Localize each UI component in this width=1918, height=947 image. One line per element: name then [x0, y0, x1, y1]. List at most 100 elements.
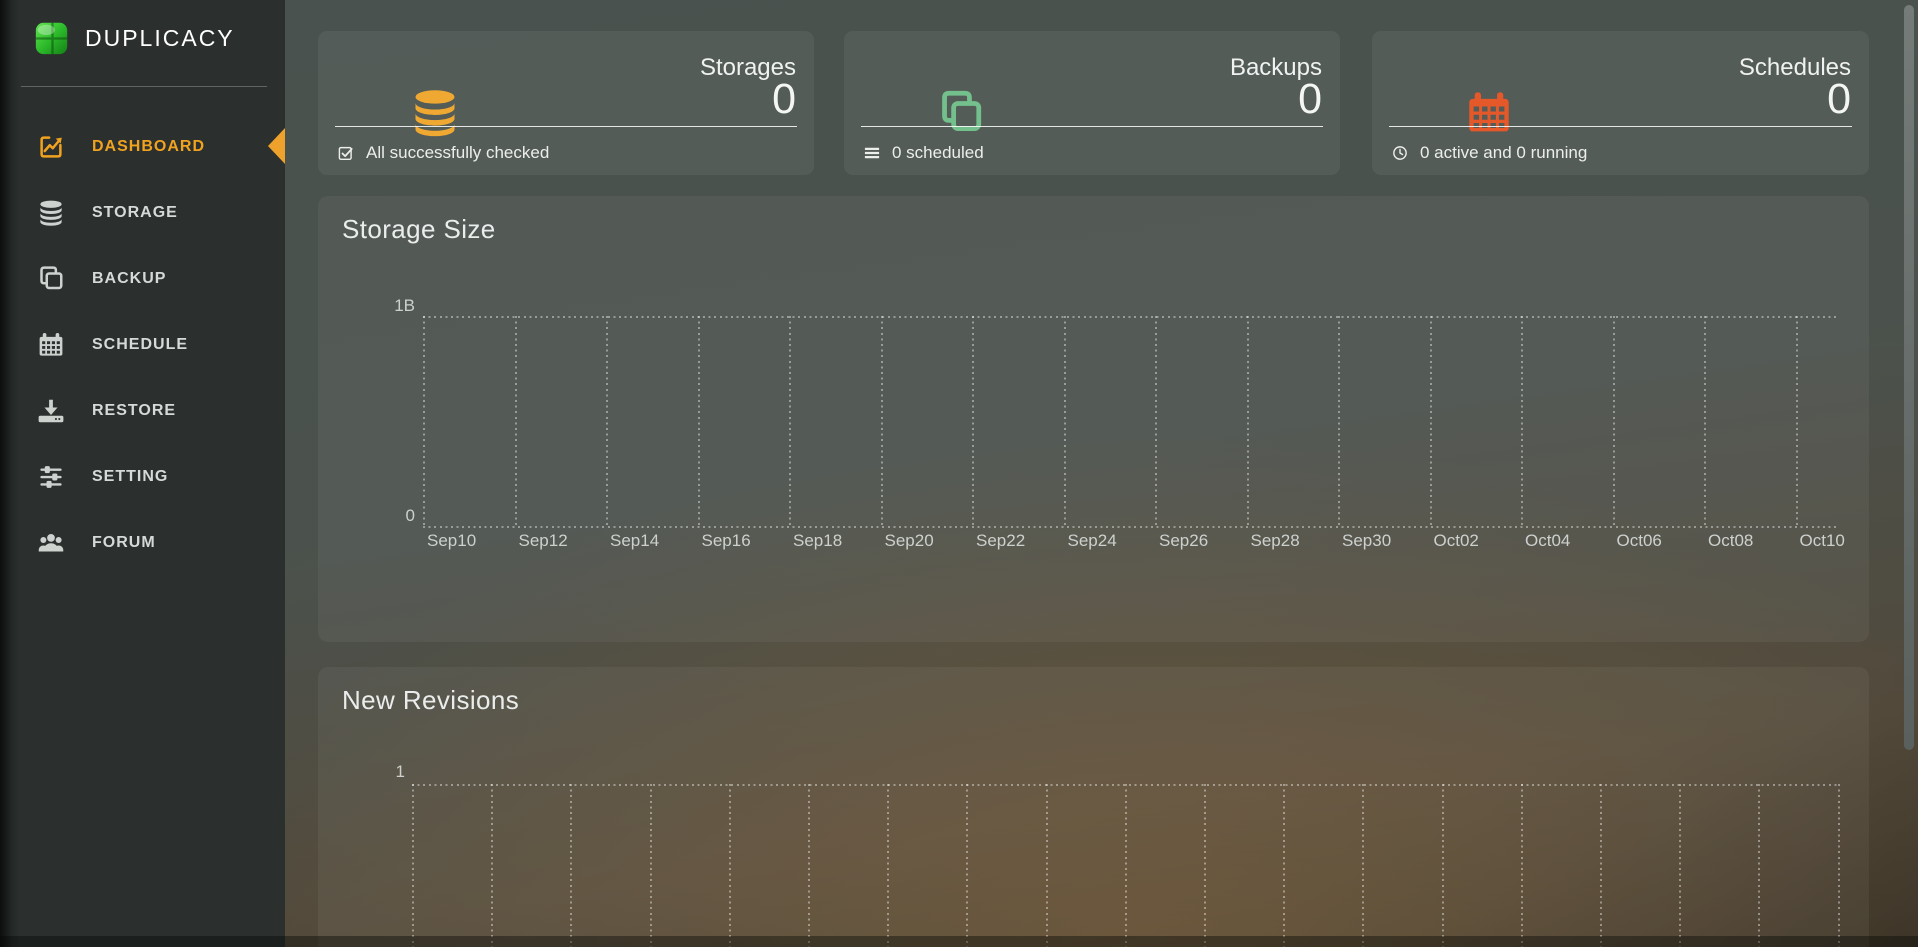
- x-tick-label: Sep16: [702, 531, 751, 551]
- chart-gridline-vertical: [1600, 784, 1602, 947]
- app-logo: DUPLICACY: [33, 19, 235, 57]
- chart-gridline-vertical: [1247, 316, 1249, 526]
- calendar-icon: [1463, 87, 1515, 139]
- sidebar-item-forum[interactable]: FORUM: [0, 510, 285, 576]
- chart-gridline-vertical: [698, 316, 700, 526]
- dashboard-icon: [36, 132, 66, 162]
- sidebar-item-label: RESTORE: [92, 402, 176, 420]
- y-tick-label: 1: [358, 762, 405, 782]
- chart-gridline-vertical: [1064, 316, 1066, 526]
- scrollbar-thumb[interactable]: [1904, 5, 1914, 750]
- sidebar-item-label: STORAGE: [92, 204, 178, 222]
- x-tick-label: Sep12: [519, 531, 568, 551]
- chart-gridline-horizontal: [423, 316, 1837, 318]
- copy-icon: [935, 87, 987, 139]
- chart-gridline-vertical: [729, 784, 731, 947]
- sidebar-item-dashboard[interactable]: DASHBOARD: [0, 114, 285, 180]
- chart-gridline-vertical: [1283, 784, 1285, 947]
- active-item-marker: [268, 128, 285, 164]
- setting-icon: [36, 462, 66, 492]
- chart-gridline-vertical: [972, 316, 974, 526]
- schedule-icon: [36, 330, 66, 360]
- x-tick-label: Sep22: [976, 531, 1025, 551]
- new-revisions-panel: New Revisions 1: [318, 667, 1869, 947]
- chart-gridline-vertical: [1521, 784, 1523, 947]
- sidebar-item-backup[interactable]: BACKUP: [0, 246, 285, 312]
- card-status: 0 scheduled: [863, 141, 984, 165]
- clock-icon: [1391, 144, 1409, 162]
- card-status: All successfully checked: [337, 141, 549, 165]
- card-value: 0: [772, 77, 796, 121]
- restore-icon: [36, 396, 66, 426]
- card-status-text: 0 active and 0 running: [1420, 143, 1587, 163]
- card-status-text: 0 scheduled: [892, 143, 984, 163]
- chart-gridline-vertical: [570, 784, 572, 947]
- card-divider: [1389, 126, 1852, 127]
- forum-icon: [36, 528, 66, 558]
- chart-gridline-vertical: [966, 784, 968, 947]
- storage-icon: [36, 198, 66, 228]
- sidebar-item-label: FORUM: [92, 534, 156, 552]
- y-tick-label: 1B: [358, 296, 415, 316]
- card-value: 0: [1827, 77, 1851, 121]
- chart-gridline-vertical: [412, 784, 414, 947]
- bottom-edge-shade: [0, 936, 1918, 947]
- chart-gridline-vertical: [1430, 316, 1432, 526]
- checkbox-checked-icon: [337, 144, 355, 162]
- x-tick-label: Sep14: [610, 531, 659, 551]
- chart-gridline-vertical: [606, 316, 608, 526]
- sidebar-item-label: DASHBOARD: [92, 138, 205, 156]
- x-tick-label: Oct10: [1800, 531, 1845, 551]
- sidebar: DUPLICACY DASHBOARD STORAGE BACKUP SCHED…: [0, 0, 285, 947]
- storage-size-chart: 1B 0 Sep10Sep12Sep14Sep16Sep18Sep20Sep22…: [318, 196, 1869, 642]
- x-tick-label: Oct04: [1525, 531, 1570, 551]
- chart-gridline-vertical: [1442, 784, 1444, 947]
- storages-card[interactable]: Storages 0 All successfully checked: [318, 31, 814, 175]
- chart-gridline-vertical: [881, 316, 883, 526]
- chart-gridline-vertical: [1613, 316, 1615, 526]
- card-divider: [335, 126, 797, 127]
- chart-gridline-vertical: [423, 316, 425, 526]
- chart-gridline-horizontal: [412, 784, 1837, 786]
- chart-gridline-vertical: [1679, 784, 1681, 947]
- x-tick-label: Sep18: [793, 531, 842, 551]
- sidebar-item-label: BACKUP: [92, 270, 166, 288]
- sidebar-item-setting[interactable]: SETTING: [0, 444, 285, 510]
- sidebar-item-schedule[interactable]: SCHEDULE: [0, 312, 285, 378]
- x-tick-label: Sep24: [1068, 531, 1117, 551]
- chart-gridline-vertical: [1796, 316, 1798, 526]
- x-tick-label: Sep20: [885, 531, 934, 551]
- database-icon: [409, 87, 461, 139]
- sidebar-item-storage[interactable]: STORAGE: [0, 180, 285, 246]
- card-value: 0: [1298, 77, 1322, 121]
- x-tick-label: Oct02: [1434, 531, 1479, 551]
- chart-gridline-vertical: [887, 784, 889, 947]
- chart-gridline-vertical: [1046, 784, 1048, 947]
- backup-icon: [36, 264, 66, 294]
- sidebar-item-label: SETTING: [92, 468, 168, 486]
- x-tick-label: Sep28: [1251, 531, 1300, 551]
- backups-card[interactable]: Backups 0 0 scheduled: [844, 31, 1340, 175]
- chart-gridline-vertical: [1338, 316, 1340, 526]
- card-status-text: All successfully checked: [366, 143, 549, 163]
- chart-gridline-vertical: [1758, 784, 1760, 947]
- chart-gridline-vertical: [1125, 784, 1127, 947]
- card-status: 0 active and 0 running: [1391, 141, 1587, 165]
- x-tick-label: Sep30: [1342, 531, 1391, 551]
- chart-gridline-vertical: [491, 784, 493, 947]
- chart-gridline-vertical: [789, 316, 791, 526]
- chart-gridline-vertical: [808, 784, 810, 947]
- schedules-card[interactable]: Schedules 0 0 active and 0 running: [1372, 31, 1869, 175]
- sidebar-item-label: SCHEDULE: [92, 336, 188, 354]
- list-icon: [863, 144, 881, 162]
- chart-gridline-vertical: [650, 784, 652, 947]
- chart-gridline-vertical: [1521, 316, 1523, 526]
- chart-gridline-horizontal: [423, 526, 1837, 528]
- new-revisions-chart: 1: [318, 667, 1869, 947]
- sidebar-item-restore[interactable]: RESTORE: [0, 378, 285, 444]
- card-divider: [861, 126, 1323, 127]
- x-tick-label: Sep10: [427, 531, 476, 551]
- chart-gridline-vertical: [1362, 784, 1364, 947]
- chart-gridline-vertical: [1704, 316, 1706, 526]
- sidebar-divider: [21, 86, 267, 87]
